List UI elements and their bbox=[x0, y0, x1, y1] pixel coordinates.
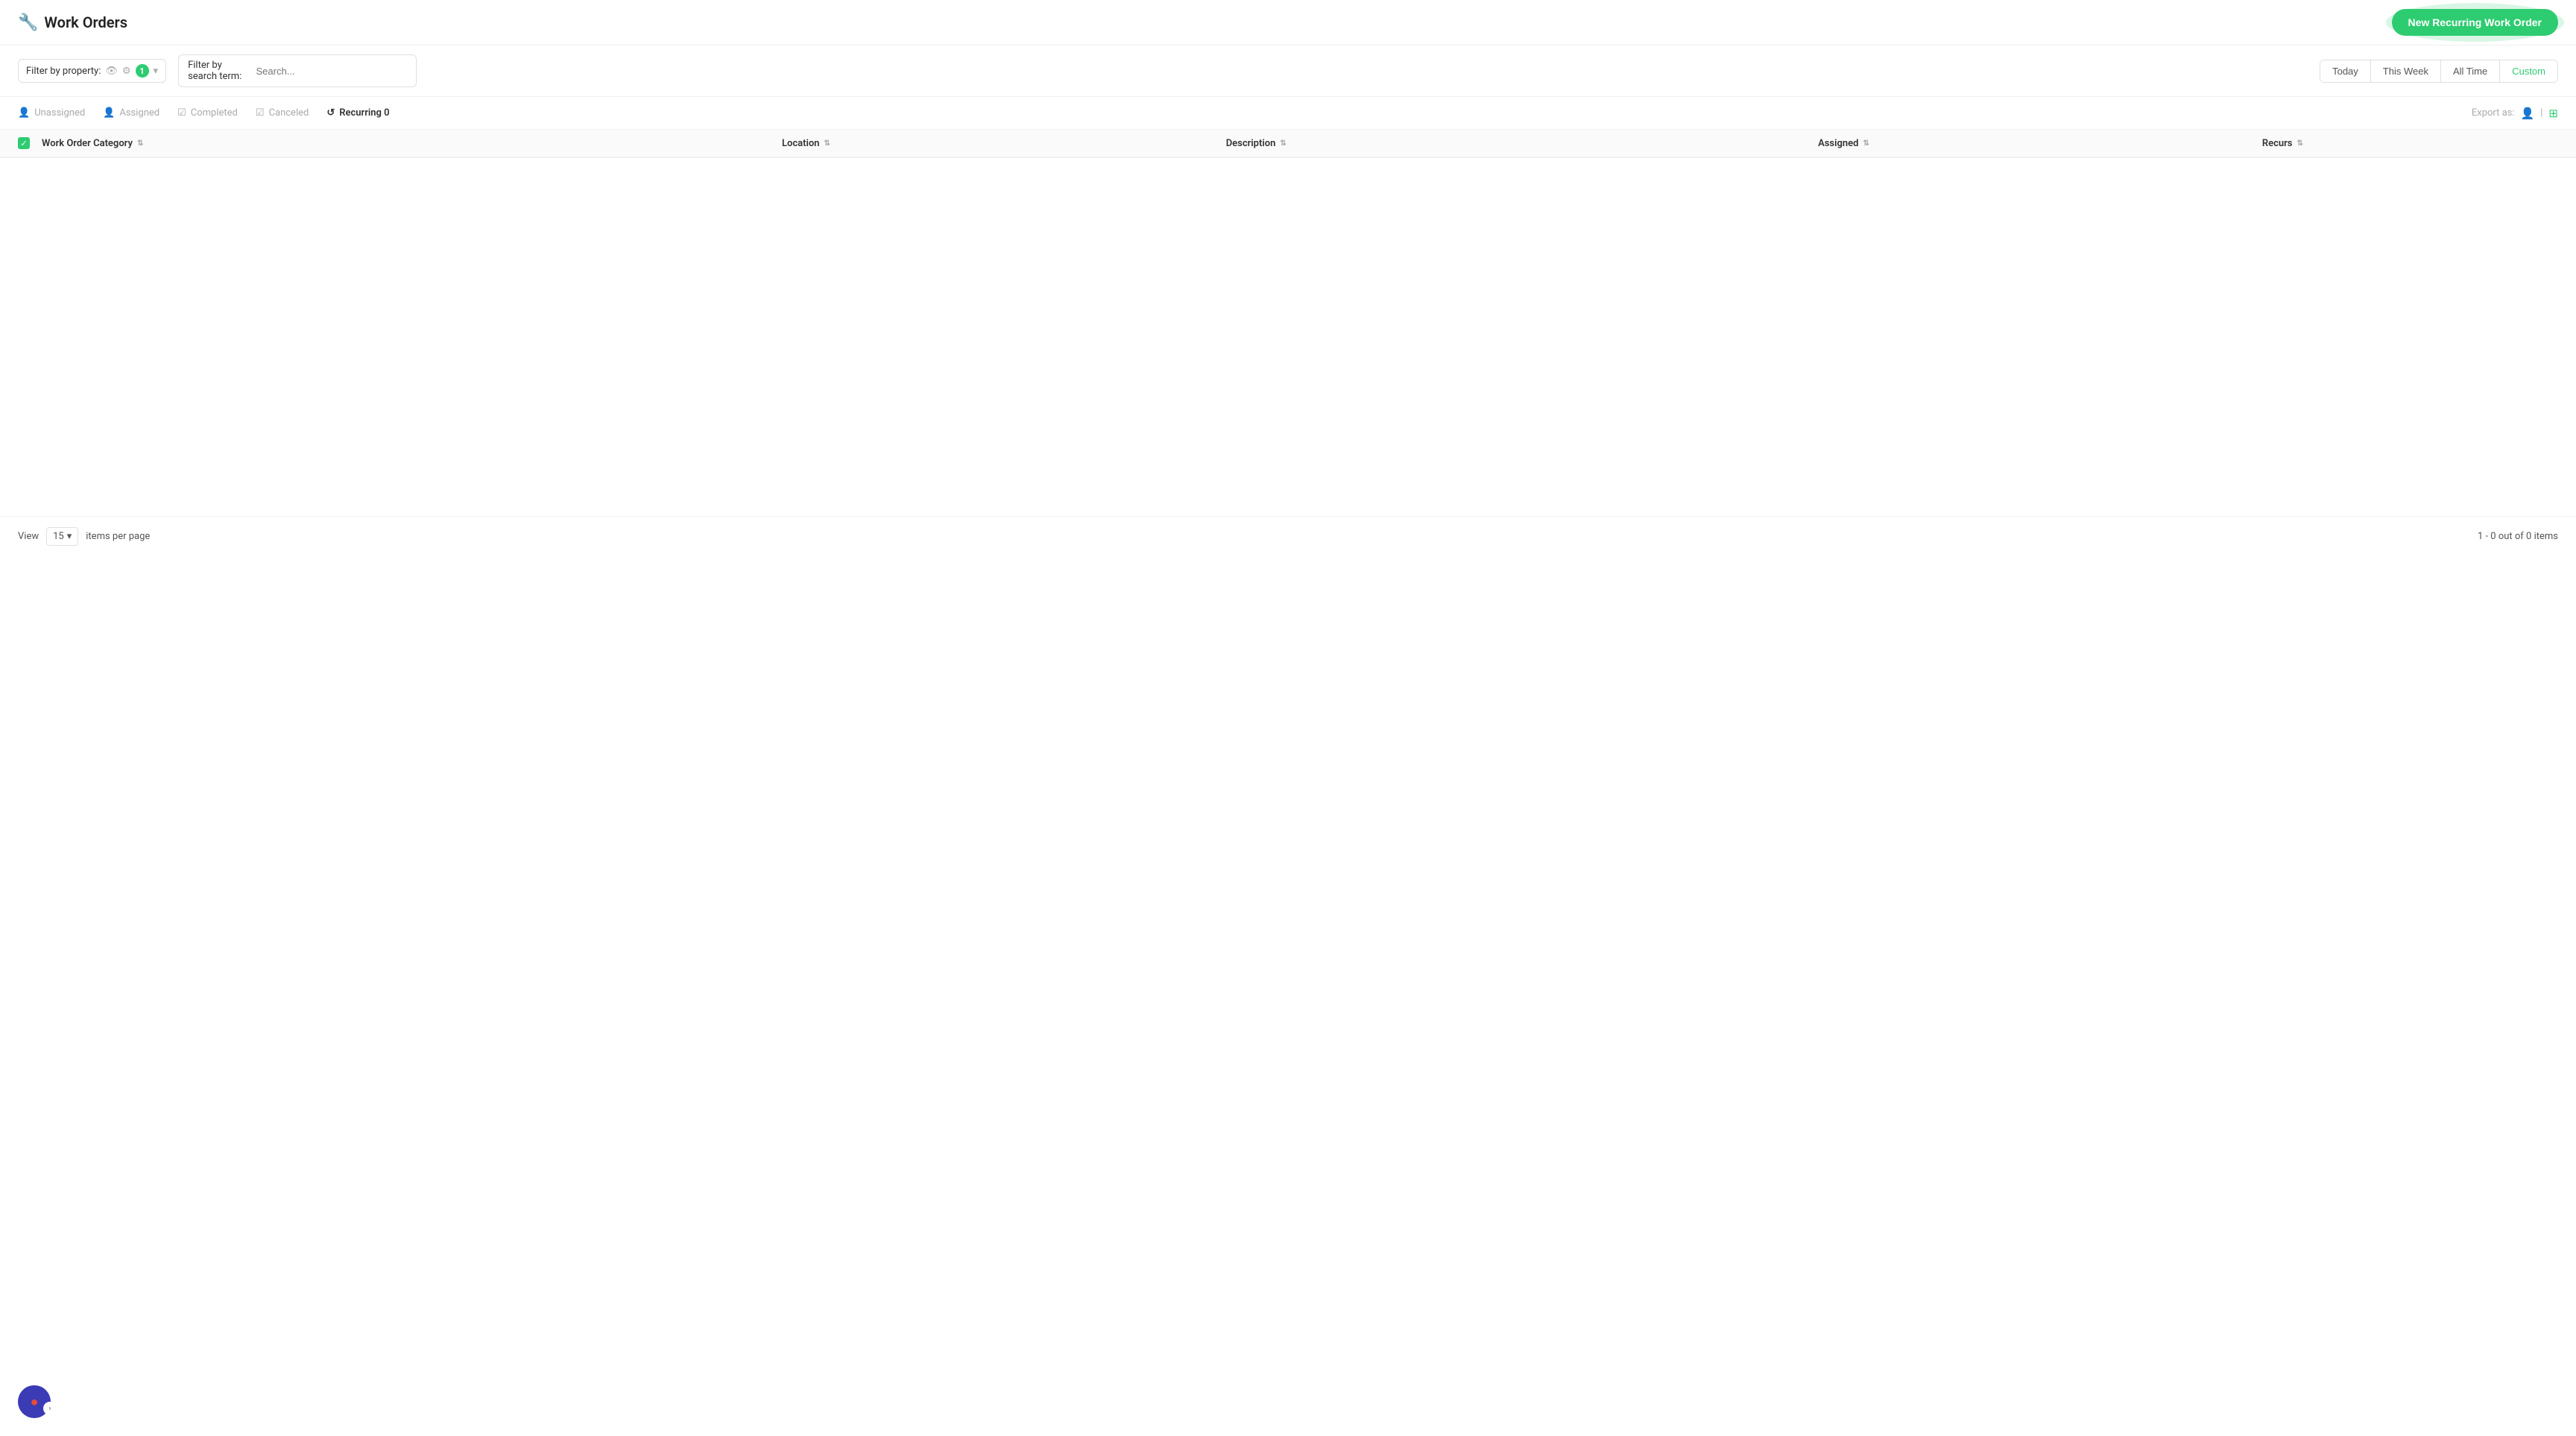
tab-recurring[interactable]: ↺ Recurring 0 bbox=[326, 104, 389, 122]
items-per-page-chevron: ▾ bbox=[67, 531, 72, 542]
user-icon: 👤 bbox=[18, 107, 30, 119]
search-label: Filter by search term: bbox=[188, 60, 250, 82]
chat-bubble[interactable]: › bbox=[18, 1385, 51, 1418]
column-assigned-label: Assigned bbox=[1818, 138, 1858, 149]
column-header-category[interactable]: Work Order Category ⇅ bbox=[42, 138, 782, 149]
export-label: Export as: bbox=[2472, 107, 2515, 119]
tab-unassigned-label: Unassigned bbox=[34, 107, 85, 119]
export-grid-icon[interactable]: ⊞ bbox=[2548, 107, 2558, 120]
column-description-label: Description bbox=[1226, 138, 1276, 149]
table-header: Work Order Category ⇅ Location ⇅ Descrip… bbox=[0, 130, 2576, 158]
footer: View 15 ▾ items per page 1 - 0 out of 0 … bbox=[0, 516, 2576, 556]
date-filter-custom[interactable]: Custom bbox=[2500, 60, 2557, 82]
column-header-recurs[interactable]: Recurs ⇅ bbox=[2262, 138, 2558, 149]
tab-recurring-label: Recurring 0 bbox=[339, 107, 389, 119]
pagination-info: 1 - 0 out of 0 items bbox=[2478, 531, 2558, 542]
search-input[interactable] bbox=[256, 66, 408, 77]
column-header-location[interactable]: Location ⇅ bbox=[782, 138, 1226, 149]
filter-badge: 1 bbox=[136, 64, 149, 78]
header: 🔧 Work Orders New Recurring Work Order bbox=[0, 0, 2576, 45]
toolbar: Filter by property: 👁 ⚙ 1 ▾ Filter by se… bbox=[0, 45, 2576, 97]
export-area: Export as: 👤 | ⊞ bbox=[2472, 107, 2558, 120]
select-all-checkbox[interactable] bbox=[18, 137, 42, 149]
new-recurring-work-order-button[interactable]: New Recurring Work Order bbox=[2392, 9, 2558, 36]
date-filter-this-week[interactable]: This Week bbox=[2371, 60, 2441, 82]
tab-assigned[interactable]: 👤 Assigned bbox=[103, 104, 160, 122]
pagination-controls: View 15 ▾ items per page bbox=[18, 527, 150, 546]
header-left: 🔧 Work Orders bbox=[18, 13, 127, 32]
table-body bbox=[0, 158, 2576, 516]
filter-by-search-term[interactable]: Filter by search term: bbox=[178, 54, 417, 87]
column-recurs-label: Recurs bbox=[2262, 138, 2293, 149]
canceled-icon: ☑ bbox=[256, 107, 265, 119]
sort-location-icon[interactable]: ⇅ bbox=[824, 139, 830, 148]
filter-by-property[interactable]: Filter by property: 👁 ⚙ 1 ▾ bbox=[18, 59, 166, 83]
tab-canceled-label: Canceled bbox=[269, 107, 309, 119]
filter-property-label: Filter by property: bbox=[26, 66, 101, 77]
tab-completed-label: Completed bbox=[191, 107, 238, 119]
export-divider: | bbox=[2540, 107, 2542, 119]
page-title: Work Orders bbox=[44, 13, 127, 31]
date-filter-group: Today This Week All Time Custom bbox=[2320, 60, 2558, 83]
eye-icon: 👁 bbox=[105, 66, 118, 77]
date-filter-all-time[interactable]: All Time bbox=[2441, 60, 2500, 82]
date-filter-today[interactable]: Today bbox=[2320, 60, 2371, 82]
app-logo: 🔧 bbox=[18, 13, 38, 32]
checkbox-checked[interactable] bbox=[18, 137, 30, 149]
export-csv-icon[interactable]: 👤 bbox=[2521, 107, 2535, 120]
sort-recurs-icon[interactable]: ⇅ bbox=[2296, 139, 2302, 148]
tab-unassigned[interactable]: 👤 Unassigned bbox=[18, 104, 85, 122]
status-tabs: 👤 Unassigned 👤 Assigned ☑ Completed ☑ Ca… bbox=[0, 97, 2576, 130]
tab-assigned-label: Assigned bbox=[119, 107, 160, 119]
items-per-page-value: 15 bbox=[53, 531, 64, 542]
column-header-description[interactable]: Description ⇅ bbox=[1226, 138, 1818, 149]
view-label: View bbox=[18, 531, 39, 542]
chat-expand-icon[interactable]: › bbox=[43, 1402, 57, 1415]
items-per-page-select[interactable]: 15 ▾ bbox=[46, 527, 78, 546]
column-location-label: Location bbox=[782, 138, 820, 149]
column-header-assigned[interactable]: Assigned ⇅ bbox=[1818, 138, 2262, 149]
items-per-page-suffix: items per page bbox=[86, 531, 150, 542]
tab-canceled[interactable]: ☑ Canceled bbox=[256, 104, 309, 122]
recurring-icon: ↺ bbox=[326, 107, 335, 119]
chevron-down-icon: ▾ bbox=[154, 66, 159, 77]
sort-assigned-icon[interactable]: ⇅ bbox=[1863, 139, 1869, 148]
settings-icon: ⚙ bbox=[122, 66, 131, 77]
column-category-label: Work Order Category bbox=[42, 138, 133, 149]
sort-description-icon[interactable]: ⇅ bbox=[1280, 139, 1286, 148]
sort-category-icon[interactable]: ⇅ bbox=[137, 139, 143, 148]
completed-icon: ☑ bbox=[177, 107, 186, 119]
assigned-icon: 👤 bbox=[103, 107, 115, 119]
tab-completed[interactable]: ☑ Completed bbox=[177, 104, 238, 122]
